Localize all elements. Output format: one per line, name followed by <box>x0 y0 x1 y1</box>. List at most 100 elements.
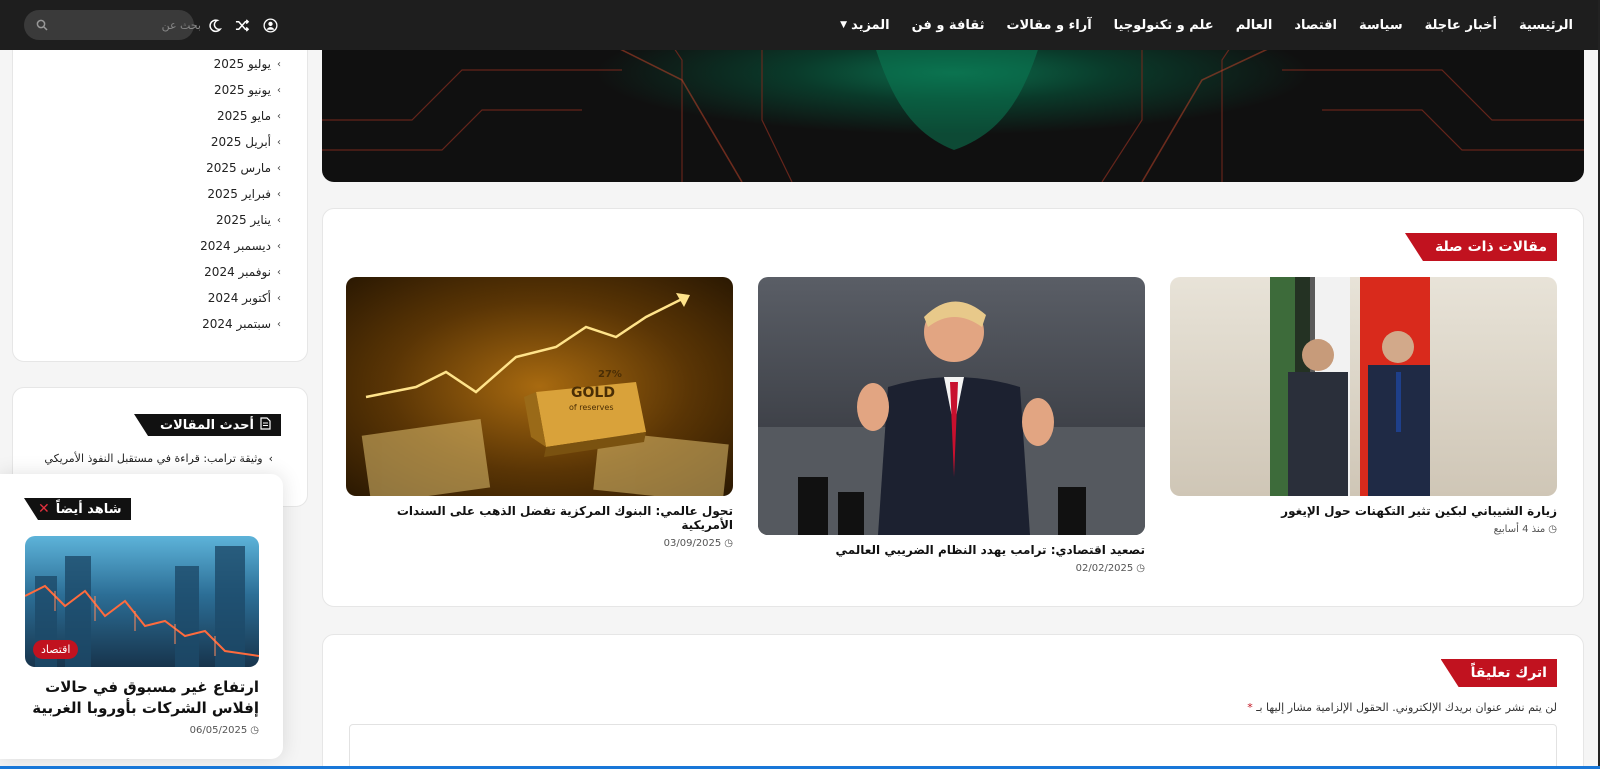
comment-section: اترك تعليقاً لن يتم نشر عنوان بريدك الإل… <box>322 634 1584 769</box>
archive-item[interactable]: › أكتوبر 2024 <box>13 285 283 311</box>
related-post: تصعيد اقتصادي: ترامب يهدد النظام الضريبي… <box>758 277 1145 574</box>
comment-header: اترك تعليقاً <box>349 659 1557 687</box>
archive-item[interactable]: › مايو 2025 <box>13 103 283 129</box>
archive-month: نوفمبر 2024 <box>204 265 271 279</box>
archive-item[interactable]: › يوليو 2025 <box>13 51 283 77</box>
archive-month: يوليو 2025 <box>213 57 271 71</box>
gold-bar-sublabel: of reserves <box>569 403 614 412</box>
chevron-left-icon: › <box>277 58 281 70</box>
clock-icon: ◷ <box>1136 563 1145 574</box>
chevron-left-icon: › <box>277 292 281 304</box>
comment-note-text: لن يتم نشر عنوان بريدك الإلكتروني. الحقو… <box>1256 701 1557 714</box>
post-date: 02/02/2025 <box>1075 563 1134 574</box>
chevron-left-icon: › <box>277 110 281 122</box>
search-input[interactable] <box>56 18 201 32</box>
post-title[interactable]: زيارة الشيباني لبكين تثير التكهنات حول ا… <box>1170 504 1557 518</box>
post-thumbnail[interactable]: 27% GOLD of reserves <box>346 277 733 496</box>
required-mark: * <box>1247 701 1253 714</box>
user-icon[interactable] <box>262 17 278 33</box>
diplomats-photo <box>1270 277 1430 496</box>
main-menu: الرئيسية أخبار عاجلة سياسة اقتصاد العالم… <box>829 18 1573 33</box>
recent-post-link[interactable]: › وثيقة ترامب: قراءة في مستقبل النفوذ ال… <box>13 452 273 465</box>
moon-icon[interactable] <box>206 17 222 33</box>
gold-bar-percent: 27% <box>598 369 622 380</box>
archive-item[interactable]: › ديسمبر 2024 <box>13 233 283 259</box>
related-posts-header: مقالات ذات صلة <box>349 233 1557 261</box>
nav-more-label: المزيد <box>851 17 890 33</box>
post-date: 06/05/2025 <box>189 725 248 736</box>
related-posts-title: مقالات ذات صلة <box>1404 233 1557 261</box>
archive-month: يناير 2025 <box>216 213 271 227</box>
document-icon <box>260 416 271 434</box>
nav-item-politics[interactable]: سياسة <box>1348 18 1414 33</box>
watch-also-headline[interactable]: ارتفاع غير مسبوق في حالات إفلاس الشركات … <box>24 677 259 719</box>
recent-post-title: وثيقة ترامب: قراءة في مستقبل النفوذ الأم… <box>44 452 263 465</box>
post-title[interactable]: تصعيد اقتصادي: ترامب يهدد النظام الضريبي… <box>758 543 1145 557</box>
post-thumbnail[interactable] <box>758 277 1145 535</box>
watch-also-title: شاهد أيضاً ✕ <box>24 498 132 520</box>
chevron-left-icon: › <box>277 214 281 226</box>
archive-month: أكتوبر 2024 <box>207 291 271 305</box>
archive-item[interactable]: › مارس 2025 <box>13 155 283 181</box>
archive-item[interactable]: › يناير 2025 <box>13 207 283 233</box>
archive-widget: › يوليو 2025 › يونيو 2025 › مايو 2025 › أبري… <box>12 0 308 362</box>
chevron-left-icon: › <box>277 84 281 96</box>
nav-item-more[interactable]: المزيد ▼ <box>829 18 900 33</box>
category-badge[interactable]: اقتصاد <box>33 640 79 659</box>
clock-icon: ◷ <box>724 538 733 549</box>
archive-list: › يوليو 2025 › يونيو 2025 › مايو 2025 › أبري… <box>13 51 283 337</box>
header-tools <box>24 10 278 40</box>
archive-month: مارس 2025 <box>206 161 271 175</box>
comment-note: لن يتم نشر عنوان بريدك الإلكتروني. الحقو… <box>349 701 1557 714</box>
recent-posts-title: أحدث المقالات <box>134 414 281 436</box>
archive-item[interactable]: › يونيو 2025 <box>13 77 283 103</box>
chevron-down-icon: ▼ <box>840 20 848 30</box>
archive-month: ديسمبر 2024 <box>200 239 271 253</box>
watch-also-header: شاهد أيضاً ✕ <box>24 498 259 520</box>
gold-chart-photo <box>361 293 729 496</box>
chevron-left-icon: › <box>277 240 281 252</box>
nav-item-science-tech[interactable]: علم و تكنولوجيا <box>1103 18 1225 33</box>
post-title[interactable]: تحول عالمي: البنوك المركزية تفضل الذهب ع… <box>346 504 733 532</box>
chevron-left-icon: › <box>268 452 273 465</box>
close-icon[interactable]: ✕ <box>38 501 50 517</box>
chevron-left-icon: › <box>277 266 281 278</box>
post-meta: ◷ 03/09/2025 <box>346 538 733 549</box>
comment-title: اترك تعليقاً <box>1440 659 1557 687</box>
gold-bar-label: GOLD <box>571 385 615 401</box>
comment-textarea[interactable] <box>349 724 1557 769</box>
archive-item[interactable]: › سبتمبر 2024 <box>13 311 283 337</box>
nav-item-opinion[interactable]: آراء و مقالات <box>995 18 1102 33</box>
post-meta: ◷ منذ 4 أسابيع <box>1170 524 1557 535</box>
archive-item[interactable]: › أبريل 2025 <box>13 129 283 155</box>
speaker-photo <box>758 301 1145 535</box>
search-box[interactable] <box>24 10 201 40</box>
related-posts-list: زيارة الشيباني لبكين تثير التكهنات حول ا… <box>346 277 1557 574</box>
nav-item-breaking-news[interactable]: أخبار عاجلة <box>1414 18 1508 33</box>
chevron-left-icon: › <box>277 162 281 174</box>
archive-month: سبتمبر 2024 <box>202 317 271 331</box>
chevron-left-icon: › <box>277 136 281 148</box>
clock-icon: ◷ <box>250 725 259 736</box>
main-navbar: الرئيسية أخبار عاجلة سياسة اقتصاد العالم… <box>0 0 1598 50</box>
archive-item[interactable]: › فبراير 2025 <box>13 181 283 207</box>
nav-item-world[interactable]: العالم <box>1225 18 1284 33</box>
archive-month: مايو 2025 <box>217 109 271 123</box>
post-date: 03/09/2025 <box>663 538 722 549</box>
watch-also-image[interactable]: اقتصاد <box>25 536 259 667</box>
related-post: 27% GOLD of reserves تحول عالمي: البنوك … <box>346 277 733 574</box>
related-posts-section: مقالات ذات صلة زيارة الشيباني لبكين تثير… <box>322 208 1584 607</box>
nav-item-home[interactable]: الرئيسية <box>1508 18 1573 33</box>
archive-item[interactable]: › نوفمبر 2024 <box>13 259 283 285</box>
post-thumbnail[interactable] <box>1170 277 1557 496</box>
shuffle-icon[interactable] <box>234 17 250 33</box>
related-post: زيارة الشيباني لبكين تثير التكهنات حول ا… <box>1170 277 1557 574</box>
search-icon[interactable] <box>36 17 48 33</box>
nav-item-culture-art[interactable]: ثقافة و فن <box>901 18 996 33</box>
nav-item-economy[interactable]: اقتصاد <box>1283 18 1348 33</box>
chevron-left-icon: › <box>277 318 281 330</box>
watch-also-popup: شاهد أيضاً ✕ اقتصاد ارتفاع غير مسبوق في … <box>0 474 283 759</box>
chevron-left-icon: › <box>277 188 281 200</box>
post-date: منذ 4 أسابيع <box>1493 524 1546 535</box>
clock-icon: ◷ <box>1548 524 1557 535</box>
